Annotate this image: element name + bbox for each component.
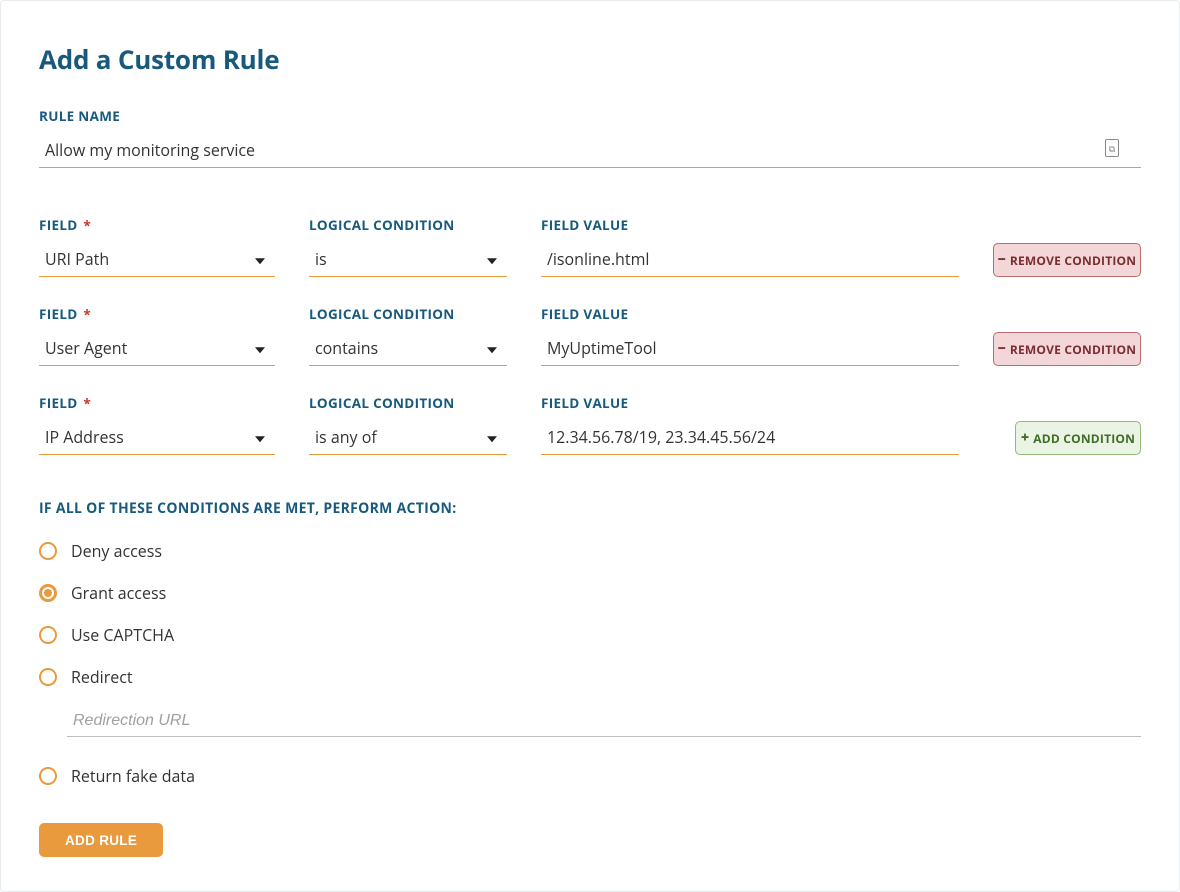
actions-list: Deny access Grant access Use CAPTCHA Redire… (39, 540, 1141, 787)
field-value-label: FIELD VALUE (541, 394, 959, 412)
radio-icon (39, 584, 57, 602)
field-select[interactable]: IP Address (39, 420, 275, 455)
radio-icon (39, 668, 57, 686)
rule-name-input[interactable] (39, 133, 1141, 168)
field-value-label: FIELD VALUE (541, 305, 959, 323)
field-label: FIELD * (39, 305, 275, 323)
field-value-input[interactable] (541, 242, 959, 277)
field-label: FIELD * (39, 394, 275, 412)
logical-condition-select[interactable]: contains (309, 331, 507, 366)
minus-icon: − (998, 253, 1006, 267)
action-radio-label: Return fake data (71, 765, 195, 787)
actions-heading: IF ALL OF THESE CONDITIONS ARE MET, PERF… (39, 499, 1141, 518)
radio-icon (39, 542, 57, 560)
action-radio-item[interactable]: Grant access (39, 582, 1141, 604)
action-radio-item[interactable]: Return fake data (39, 765, 1141, 787)
remove-condition-button[interactable]: −REMOVE CONDITION (993, 332, 1141, 366)
field-value-input[interactable] (541, 331, 959, 366)
redirect-url-input[interactable] (67, 706, 1141, 737)
add-condition-label: ADD CONDITION (1033, 430, 1135, 447)
action-radio-label: Grant access (71, 582, 166, 604)
radio-icon (39, 767, 57, 785)
logical-condition-label: LOGICAL CONDITION (309, 305, 507, 323)
condition-row: FIELD * IP Address LOGICAL CONDITION is any… (39, 394, 1141, 455)
rule-name-label: RULE NAME (39, 107, 1141, 125)
action-radio-item[interactable]: Use CAPTCHA (39, 624, 1141, 646)
condition-row: FIELD * User Agent LOGICAL CONDITION contai… (39, 305, 1141, 366)
remove-condition-label: REMOVE CONDITION (1010, 252, 1136, 269)
rule-name-block: RULE NAME ⧉ (39, 107, 1141, 168)
actions-block: IF ALL OF THESE CONDITIONS ARE MET, PERF… (39, 499, 1141, 857)
field-select[interactable]: User Agent (39, 331, 275, 366)
minus-icon: − (998, 342, 1006, 356)
logical-condition-label: LOGICAL CONDITION (309, 394, 507, 412)
action-radio-item[interactable]: Deny access (39, 540, 1141, 562)
action-radio-label: Deny access (71, 540, 162, 562)
remove-condition-button[interactable]: −REMOVE CONDITION (993, 243, 1141, 277)
field-value-input[interactable] (541, 420, 959, 455)
field-label: FIELD * (39, 216, 275, 234)
field-select[interactable]: URI Path (39, 242, 275, 277)
add-rule-button[interactable]: ADD RULE (39, 823, 163, 857)
required-marker: * (83, 394, 91, 412)
action-radio-item[interactable]: Redirect (39, 666, 1141, 688)
logical-condition-select[interactable]: is any of (309, 420, 507, 455)
action-radio-label: Redirect (71, 666, 133, 688)
action-radio-label: Use CAPTCHA (71, 624, 174, 646)
page-title: Add a Custom Rule (39, 41, 1141, 77)
required-marker: * (83, 216, 91, 234)
radio-icon (39, 626, 57, 644)
contacts-icon: ⧉ (1105, 139, 1119, 157)
remove-condition-label: REMOVE CONDITION (1010, 341, 1136, 358)
conditions-container: FIELD * URI Path LOGICAL CONDITION is FIELD … (39, 216, 1141, 455)
field-value-label: FIELD VALUE (541, 216, 959, 234)
logical-condition-label: LOGICAL CONDITION (309, 216, 507, 234)
plus-icon: + (1021, 431, 1029, 445)
required-marker: * (83, 305, 91, 323)
add-condition-button[interactable]: + ADD CONDITION (1015, 421, 1141, 455)
add-custom-rule-panel: Add a Custom Rule RULE NAME ⧉ FIELD * URI… (0, 0, 1180, 892)
logical-condition-select[interactable]: is (309, 242, 507, 277)
condition-row: FIELD * URI Path LOGICAL CONDITION is FIELD … (39, 216, 1141, 277)
